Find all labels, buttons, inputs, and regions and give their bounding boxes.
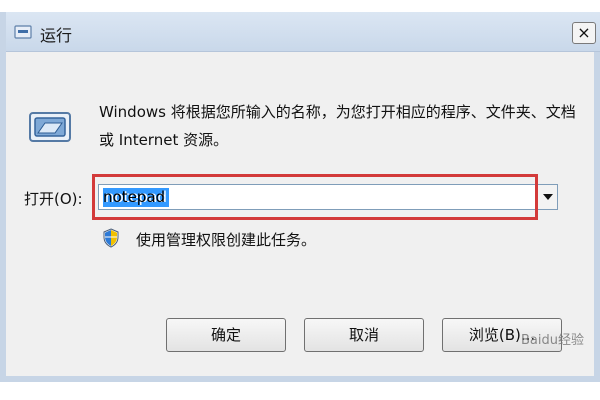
cancel-button[interactable]: 取消 <box>304 318 424 352</box>
run-command-input[interactable] <box>103 187 523 207</box>
admin-permission-text: 使用管理权限创建此任务。 <box>136 231 317 249</box>
ok-button[interactable]: 确定 <box>166 318 286 352</box>
dialog-description: Windows 将根据您所输入的名称，为您打开相应的程序、文件夹、文档或 Int… <box>99 103 576 149</box>
watermark-text: Baidu经验 <box>521 333 584 348</box>
run-window-icon <box>14 25 32 39</box>
screenshot-page: 运行 × Windows 将根据您所输入的名称，为您打开相应的程序、文件夹、文档… <box>0 0 600 400</box>
open-combobox[interactable]: notepad <box>98 184 558 210</box>
uac-shield-icon <box>103 228 119 248</box>
title-bar[interactable]: 运行 × <box>6 12 600 52</box>
close-button[interactable]: × <box>572 22 596 44</box>
open-label: 打开(O): <box>24 190 83 208</box>
dropdown-button[interactable] <box>537 185 557 209</box>
run-dialog: 运行 × Windows 将根据您所输入的名称，为您打开相应的程序、文件夹、文档… <box>0 12 600 382</box>
run-program-icon <box>29 112 71 142</box>
window-title: 运行 <box>40 26 73 45</box>
close-icon: × <box>577 23 591 42</box>
